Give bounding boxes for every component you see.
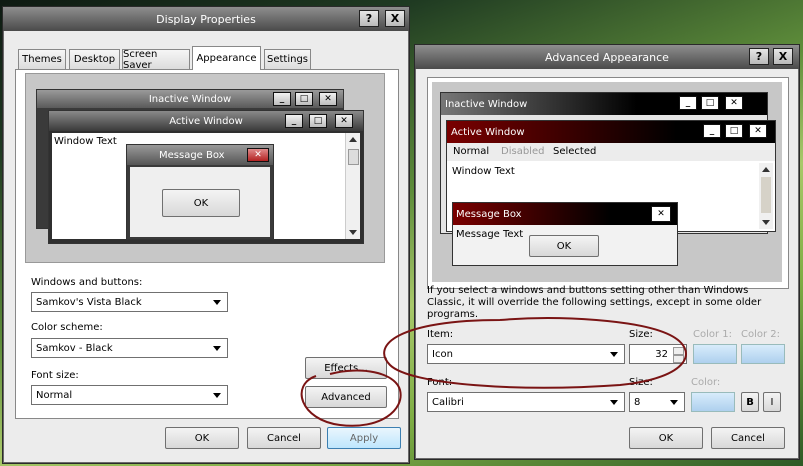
tab-appearance[interactable]: Appearance: [192, 46, 261, 70]
annotation-circle-advanced: [300, 369, 402, 427]
annotation-overlay: [300, 317, 687, 427]
annotation-circle-item-size: [383, 317, 687, 389]
